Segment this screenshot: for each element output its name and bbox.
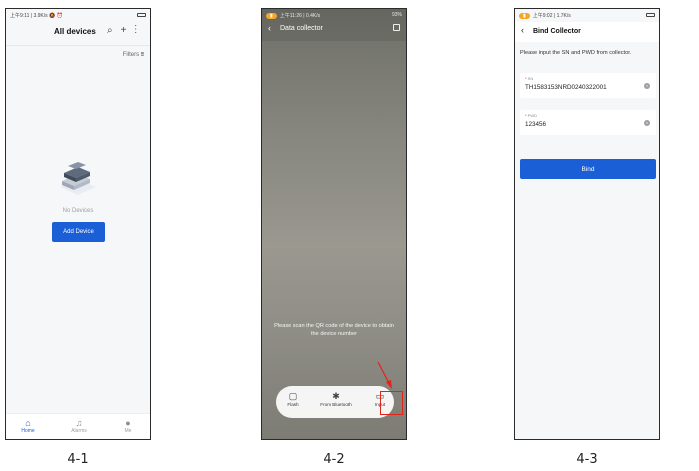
person-icon: ● bbox=[125, 418, 131, 428]
tab-alarms-label: Alarms bbox=[71, 428, 87, 434]
bottom-tab-bar: ⌂ Home ♫ Alarms ● Me bbox=[6, 413, 150, 439]
filters-button[interactable]: Filters ⩩ bbox=[123, 52, 144, 59]
page-title: All devices bbox=[54, 27, 96, 36]
battery-icon bbox=[646, 12, 655, 17]
add-device-button[interactable]: Add Device bbox=[52, 222, 105, 242]
plus-icon[interactable]: + bbox=[121, 25, 135, 36]
status-time: 上午9:11 | 3.9K/s 🔕 ⏰ bbox=[10, 13, 63, 19]
filter-icon: ⩩ bbox=[140, 52, 144, 58]
bind-button[interactable]: Bind bbox=[520, 159, 656, 179]
status-bar: ▮ 上午9:02 | 1.7K/s bbox=[515, 9, 659, 21]
phone-screen-all-devices: 上午9:11 | 3.9K/s 🔕 ⏰ All devices ⌕+⋮ Filt… bbox=[5, 8, 151, 440]
pointer-arrow bbox=[377, 361, 392, 389]
divider bbox=[6, 45, 150, 46]
page-title: Bind Collector bbox=[533, 28, 581, 35]
figure-caption-2: 4-2 bbox=[323, 452, 345, 467]
tab-home[interactable]: ⌂ Home bbox=[8, 418, 48, 434]
status-bar: 上午9:11 | 3.9K/s 🔕 ⏰ bbox=[6, 9, 150, 21]
clear-icon[interactable]: × bbox=[644, 120, 650, 126]
app-header: All devices ⌕+⋮ bbox=[6, 22, 150, 44]
status-time: 上午9:02 | 1.7K/s bbox=[532, 13, 571, 19]
battery-icon bbox=[137, 12, 146, 17]
call-indicator: ▮ bbox=[519, 13, 530, 19]
figure-caption-1: 4-1 bbox=[67, 452, 89, 467]
phone-screen-data-collector: ▮ 上午11:26 | 0.4K/s 93% ‹ Data collector P… bbox=[261, 8, 407, 440]
tab-me[interactable]: ● Me bbox=[108, 418, 148, 434]
sn-input-value[interactable]: TH1583153NRD0240322001 bbox=[525, 84, 607, 91]
empty-state-text: No Devices bbox=[62, 208, 94, 214]
sn-label: SN bbox=[527, 76, 534, 81]
clear-icon[interactable]: × bbox=[644, 83, 650, 89]
tab-home-label: Home bbox=[21, 428, 35, 434]
pwd-field[interactable]: * PWD 123456 × bbox=[520, 110, 656, 135]
back-arrow-icon[interactable]: ‹ bbox=[521, 26, 524, 35]
more-vertical-icon[interactable]: ⋮ bbox=[135, 25, 146, 36]
tab-alarms[interactable]: ♫ Alarms bbox=[59, 418, 99, 434]
instruction-text: Please input the SN and PWD from collect… bbox=[520, 50, 632, 56]
figure-caption-3: 4-3 bbox=[576, 452, 598, 467]
filters-label: Filters bbox=[122, 52, 140, 58]
app-header: ‹ Bind Collector bbox=[515, 22, 659, 42]
search-icon[interactable]: ⌕ bbox=[107, 25, 121, 36]
pwd-input-value[interactable]: 123456 bbox=[525, 121, 546, 128]
pwd-label: PWD bbox=[527, 113, 538, 118]
tab-me-label: Me bbox=[124, 428, 132, 434]
home-icon: ⌂ bbox=[25, 418, 31, 428]
empty-devices-illustration bbox=[60, 162, 96, 195]
sn-field[interactable]: * SN TH1583153NRD0240322001 × bbox=[520, 73, 656, 98]
bell-icon: ♫ bbox=[75, 418, 83, 428]
phone-screen-bind-collector: ▮ 上午9:02 | 1.7K/s ‹ Bind Collector Please… bbox=[514, 8, 660, 440]
